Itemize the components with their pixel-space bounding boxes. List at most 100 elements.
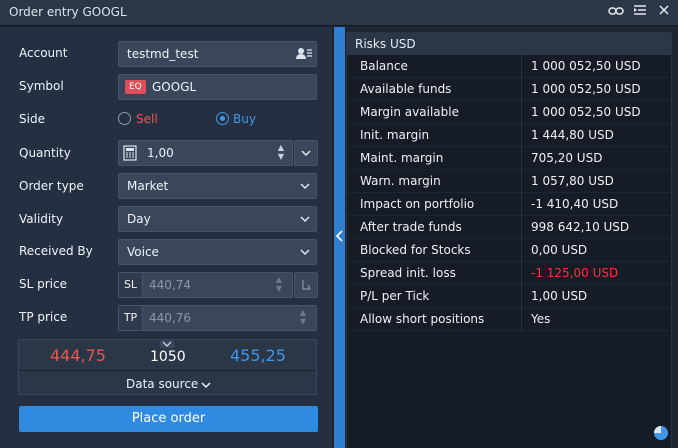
risk-value: 1 444,80 USD — [531, 128, 614, 142]
risks-panel: Risks USD Balance 1 000 052,50 USD Availab… — [345, 27, 678, 448]
risk-row: Warn. margin 1 057,80 USD — [347, 170, 671, 193]
quantity-field[interactable]: 1,00 ▲ ▼ — [118, 140, 293, 166]
account-value: testmd_test — [127, 47, 199, 61]
risk-column-divider — [521, 78, 522, 101]
validity-label: Validity — [19, 212, 64, 226]
risk-key: P/L per Tick — [360, 289, 430, 303]
chevron-down-icon — [300, 249, 310, 256]
pie-chart-icon[interactable] — [653, 425, 669, 444]
risk-row: Blocked for Stocks 0,00 USD — [347, 239, 671, 262]
risk-row: Margin available 1 000 052,50 USD — [347, 101, 671, 124]
sl-price-field[interactable]: SL 440,74 ▲ ▼ — [118, 272, 293, 298]
risk-column-divider — [521, 216, 522, 239]
quantity-label: Quantity — [19, 146, 71, 160]
ask-price[interactable]: 455,25 — [230, 346, 286, 365]
bid-price[interactable]: 444,75 — [50, 346, 106, 365]
risks-table: Risks USD Balance 1 000 052,50 USD Availab… — [346, 32, 672, 448]
link-icon[interactable] — [607, 4, 625, 22]
quote-box: 444,75 1050 455,25 Data source — [18, 339, 317, 395]
risk-value: 1 000 052,50 USD — [531, 82, 641, 96]
risk-row: P/L per Tick 1,00 USD — [347, 285, 671, 308]
sl-trailing-button[interactable] — [294, 272, 318, 298]
risk-key: Blocked for Stocks — [360, 243, 471, 257]
place-order-button[interactable]: Place order — [19, 406, 318, 432]
risk-key: Impact on portfolio — [360, 197, 475, 211]
quantity-stepper[interactable]: ▲ ▼ — [274, 143, 288, 163]
sl-price-stepper[interactable]: ▲ ▼ — [272, 275, 286, 295]
symbol-field[interactable]: EQ GOOGL — [118, 74, 317, 100]
quantity-dropdown-button[interactable] — [294, 140, 318, 166]
chevron-down-icon — [300, 216, 310, 223]
risk-value: 998 642,10 USD — [531, 220, 630, 234]
risk-key: Warn. margin — [360, 174, 441, 188]
tp-price-label: TP price — [19, 310, 68, 324]
tp-price-stepper[interactable]: ▲ ▼ — [296, 308, 310, 328]
risk-value: -1 410,40 USD — [531, 197, 619, 211]
calculator-icon[interactable] — [123, 145, 137, 164]
chevron-down-icon — [301, 150, 311, 157]
risk-column-divider — [521, 308, 522, 331]
risk-value: 1 000 052,50 USD — [531, 59, 641, 73]
risk-column-divider — [521, 101, 522, 124]
risk-key: Allow short positions — [360, 312, 485, 326]
risk-column-divider — [521, 124, 522, 147]
close-icon[interactable] — [656, 4, 672, 22]
order-type-select[interactable]: Market — [118, 173, 317, 199]
side-label: Side — [19, 112, 45, 126]
risk-row: After trade funds 998 642,10 USD — [347, 216, 671, 239]
risk-value: 1 057,80 USD — [531, 174, 614, 188]
symbol-type-badge: EQ — [125, 80, 146, 94]
risk-key: Spread init. loss — [360, 266, 456, 280]
buy-radio-label[interactable]: Buy — [233, 112, 256, 126]
risk-column-divider — [521, 285, 522, 308]
panel-collapse-handle[interactable] — [334, 27, 345, 448]
collapse-menu-icon[interactable] — [632, 4, 648, 22]
quote-size: 1050 — [150, 349, 186, 365]
data-source-toggle[interactable]: Data source — [126, 377, 198, 391]
symbol-value: GOOGL — [152, 80, 197, 94]
received-by-select[interactable]: Voice — [118, 239, 317, 265]
buy-radio[interactable] — [216, 112, 229, 125]
sell-radio[interactable] — [118, 112, 131, 125]
received-by-label: Received By — [19, 244, 93, 258]
sl-prefix: SL — [119, 273, 143, 297]
received-by-value: Voice — [127, 245, 159, 259]
trailing-icon — [302, 280, 311, 290]
risk-row: Available funds 1 000 052,50 USD — [347, 78, 671, 101]
user-list-icon[interactable] — [296, 47, 312, 64]
risk-row: Maint. margin 705,20 USD — [347, 147, 671, 170]
risk-column-divider — [521, 262, 522, 285]
risk-value: 705,20 USD — [531, 151, 603, 165]
risks-title: Risks USD — [355, 37, 416, 51]
tp-price-field[interactable]: TP 440,76 ▲ ▼ — [118, 305, 317, 331]
chevron-down-icon[interactable] — [160, 340, 174, 348]
chevron-left-icon — [335, 230, 343, 242]
risk-row: Init. margin 1 444,80 USD — [347, 124, 671, 147]
order-type-value: Market — [127, 179, 169, 193]
risk-column-divider — [521, 239, 522, 262]
risk-column-divider — [521, 193, 522, 216]
validity-select[interactable]: Day — [118, 206, 317, 232]
risk-column-divider — [521, 55, 522, 78]
risk-value: 0,00 USD — [531, 243, 588, 257]
risk-key: Maint. margin — [360, 151, 444, 165]
risk-key: Margin available — [360, 105, 459, 119]
account-label: Account — [19, 46, 68, 60]
risk-row: Spread init. loss -1 125,00 USD — [347, 262, 671, 285]
risk-row: Balance 1 000 052,50 USD — [347, 55, 671, 78]
symbol-label: Symbol — [19, 79, 64, 93]
risk-value: Yes — [531, 312, 551, 326]
order-form-panel: Account testmd_test Symbol EQ GOOGL Side… — [0, 27, 333, 448]
order-type-label: Order type — [19, 179, 84, 193]
account-field[interactable]: testmd_test — [118, 41, 317, 67]
risk-column-divider — [521, 147, 522, 170]
tp-price-value: 440,76 — [149, 311, 191, 325]
sell-radio-label[interactable]: Sell — [136, 112, 158, 126]
risk-key: Available funds — [360, 82, 452, 96]
risk-key: Balance — [360, 59, 408, 73]
quote-divider — [19, 370, 316, 371]
validity-value: Day — [127, 212, 151, 226]
chevron-down-icon[interactable] — [201, 381, 211, 389]
quantity-value: 1,00 — [147, 146, 174, 160]
chevron-down-icon — [300, 183, 310, 190]
